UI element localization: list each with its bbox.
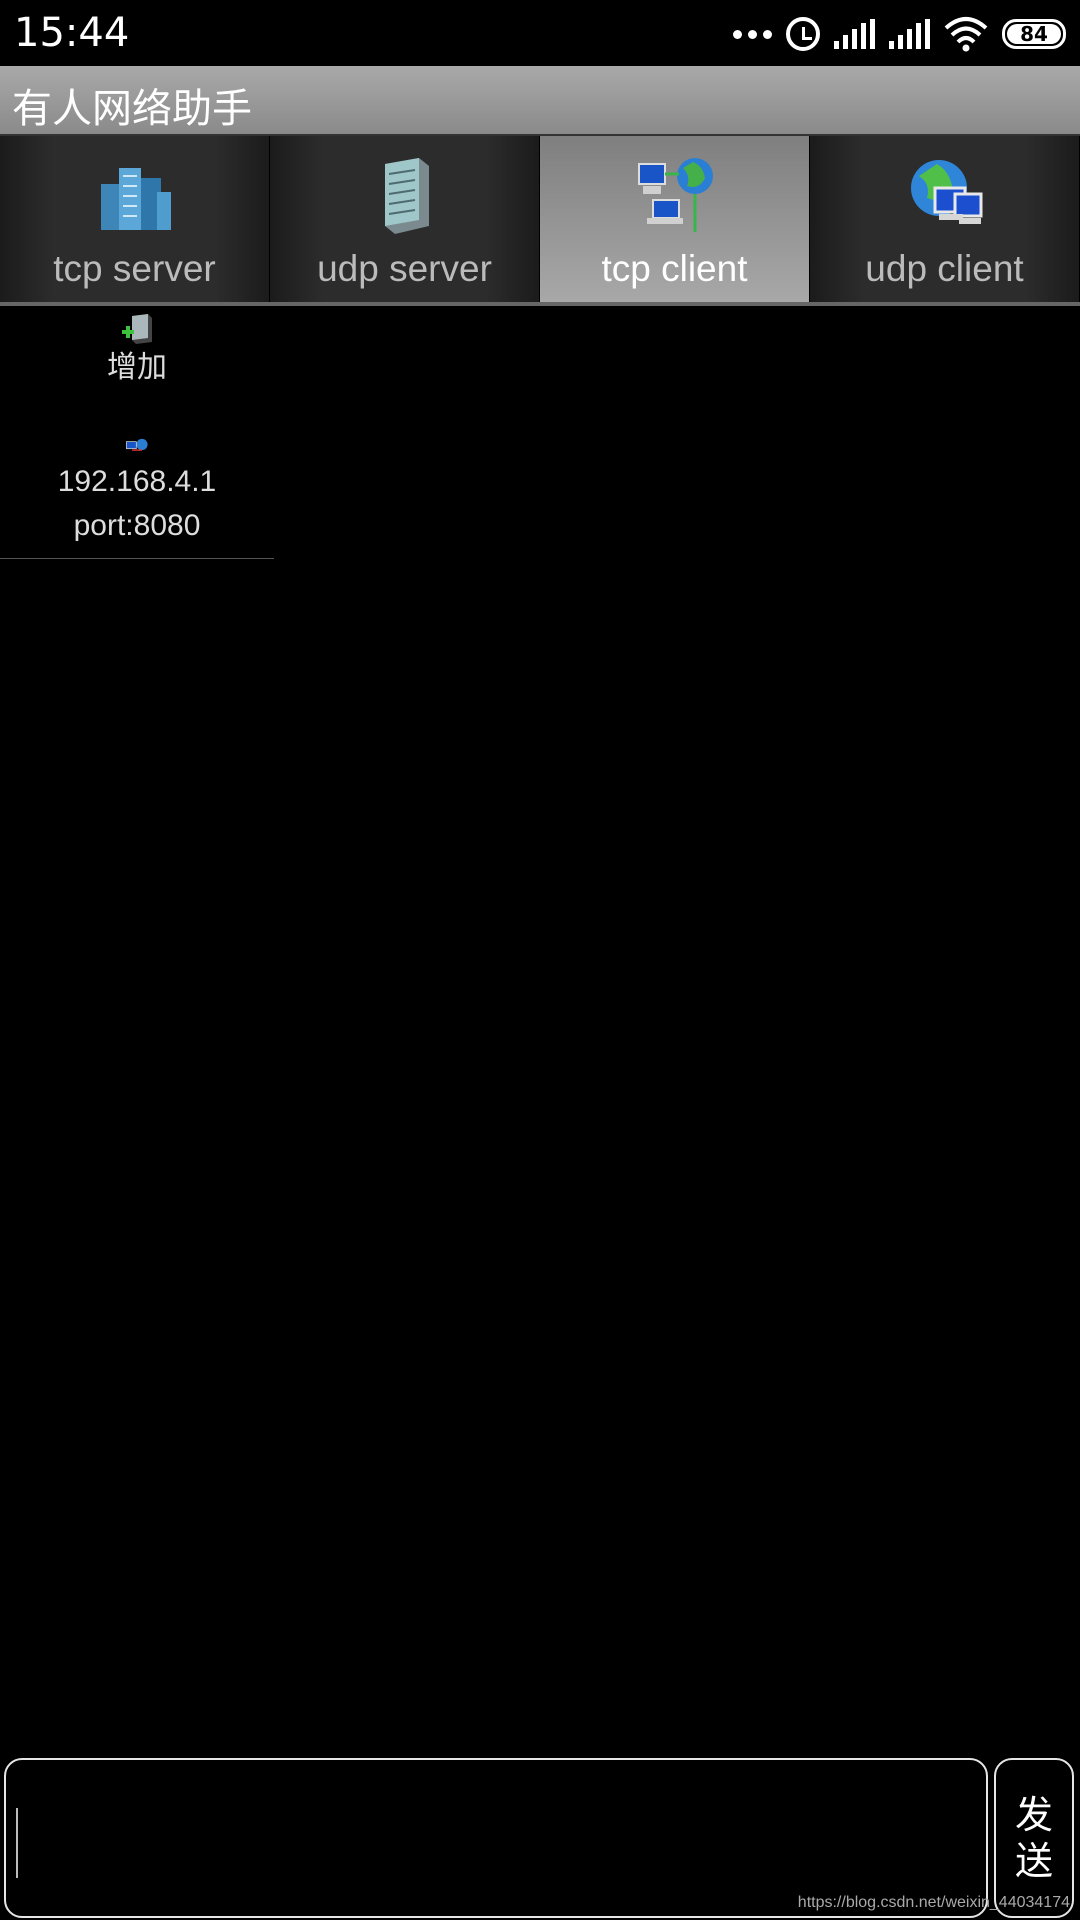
app-titlebar: 有人网络助手 bbox=[0, 66, 1080, 136]
battery-icon: 84 bbox=[1002, 19, 1066, 49]
tab-underline bbox=[0, 302, 1080, 306]
tab-bar: tcp server udp server tcp client udp cli… bbox=[0, 136, 1080, 306]
app-title: 有人网络助手 bbox=[12, 86, 252, 132]
connection-port: port:8080 bbox=[73, 509, 201, 542]
watermark: https://blog.csdn.net/weixin_44034174 bbox=[797, 1894, 1070, 1911]
wifi-icon bbox=[944, 17, 988, 52]
globe-computers-icon bbox=[910, 160, 982, 224]
signal-icon bbox=[834, 19, 875, 49]
server-buildings-icon bbox=[100, 168, 171, 230]
network-computers-globe-icon bbox=[637, 158, 713, 232]
list-item[interactable]: 192.168.4.1 port:8080 bbox=[0, 436, 274, 559]
more-dots-icon bbox=[733, 29, 772, 39]
connection-list: 增加 192.168.4.1 port:8080 bbox=[0, 310, 274, 559]
send-button-label: 发送 bbox=[1014, 1793, 1053, 1883]
text-caret bbox=[16, 1808, 18, 1878]
tab-label: udp client bbox=[865, 248, 1024, 289]
status-icons: 84 bbox=[733, 12, 1066, 56]
add-connection-button[interactable]: 增加 bbox=[0, 312, 274, 436]
tab-label: tcp client bbox=[601, 248, 748, 289]
tab-tcp-client[interactable]: tcp client bbox=[540, 136, 810, 302]
status-bar: 15:44 84 bbox=[0, 0, 1080, 66]
tab-tcp-server[interactable]: tcp server bbox=[0, 136, 270, 302]
add-label: 增加 bbox=[107, 351, 167, 384]
message-input[interactable] bbox=[6, 1760, 986, 1916]
alarm-icon bbox=[786, 17, 820, 51]
tab-udp-client[interactable]: udp client bbox=[810, 136, 1080, 302]
network-computers-globe-icon bbox=[126, 438, 148, 451]
signal-icon bbox=[889, 19, 930, 49]
battery-level: 84 bbox=[1020, 22, 1048, 46]
server-tower-icon bbox=[384, 158, 429, 234]
status-time: 15:44 bbox=[14, 10, 130, 56]
add-server-icon bbox=[122, 314, 152, 344]
tab-label: tcp server bbox=[53, 248, 216, 289]
tab-udp-server[interactable]: udp server bbox=[270, 136, 540, 302]
tab-label: udp server bbox=[317, 248, 492, 289]
connection-ip: 192.168.4.1 bbox=[57, 465, 217, 498]
